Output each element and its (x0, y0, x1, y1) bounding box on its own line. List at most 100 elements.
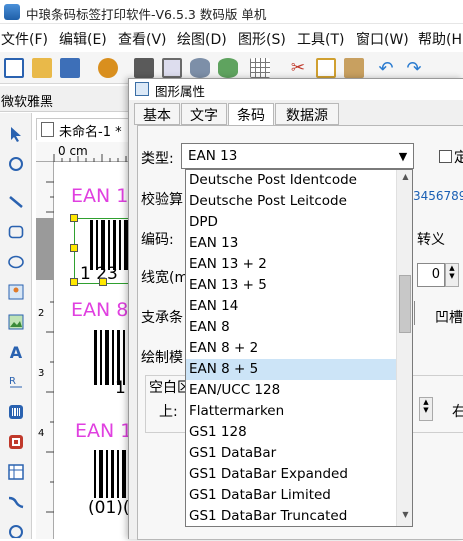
groove-label: 凹槽 (435, 310, 463, 326)
print-preview-icon[interactable] (162, 58, 182, 78)
dropdown-option[interactable]: EAN 14 (186, 296, 396, 317)
settings-icon[interactable] (98, 58, 118, 78)
dropdown-option[interactable]: EAN 13 + 2 (186, 254, 396, 275)
resize-handle[interactable] (70, 244, 78, 252)
divider (414, 301, 418, 325)
dropdown-option[interactable]: EAN 8 (186, 317, 396, 338)
scrollbar-thumb[interactable] (399, 275, 411, 333)
copy-icon[interactable] (316, 58, 336, 78)
draw-mode-label: 绘制模 (141, 350, 183, 366)
scroll-up-icon[interactable]: ▲ (397, 172, 412, 186)
ellipse-icon[interactable] (5, 251, 27, 273)
new-icon[interactable] (4, 58, 24, 78)
app-logo-icon (4, 4, 20, 20)
window-title-bar: 中琅条码标签打印软件-V6.5.3 数码版 单机 (0, 0, 463, 24)
dropdown-scrollbar[interactable]: ▲ ▼ (396, 170, 412, 526)
tab-datasource[interactable]: 数据源 (275, 103, 339, 125)
barcode-type-dropdown-list[interactable]: Deutsche Post Identcode Deutsche Post Le… (185, 169, 413, 527)
menu-help[interactable]: 帮助(H (418, 29, 462, 49)
line-width-input[interactable]: 0 (417, 263, 445, 287)
menu-file[interactable]: 文件(F) (1, 29, 48, 49)
barcode-icon[interactable] (5, 401, 27, 423)
supported-label: 支承条 (141, 310, 183, 326)
blank-top-spinner[interactable]: ▲ ▼ (419, 397, 433, 421)
ruler-mark: 4 (38, 428, 45, 439)
dialog-title: 图形属性 (155, 84, 206, 99)
dropdown-option[interactable]: GS1 DataBar Expanded (186, 464, 396, 485)
rich-text-icon[interactable]: R (5, 371, 27, 393)
print-icon[interactable] (134, 58, 154, 78)
ruler-mark: 2 (38, 308, 45, 319)
document-icon (41, 122, 54, 137)
dropdown-option[interactable]: GS1 DataBar (186, 443, 396, 464)
resize-handle[interactable] (70, 278, 78, 286)
save-icon[interactable] (60, 58, 80, 78)
dropdown-option[interactable]: EAN 13 (186, 233, 396, 254)
menu-window[interactable]: 窗口(W) (356, 29, 409, 49)
font-toolbar: 微软雅黑 (0, 86, 130, 112)
dropdown-option[interactable]: EAN 8 + 2 (186, 338, 396, 359)
curve-icon[interactable] (5, 491, 27, 513)
tab-text[interactable]: 文字 (181, 103, 227, 125)
escape-label: 转义 (417, 232, 445, 248)
picture-icon[interactable] (5, 311, 27, 333)
rectangle-icon[interactable] (5, 221, 27, 243)
dropdown-option[interactable]: DPD (186, 212, 396, 233)
open-icon[interactable] (32, 58, 52, 78)
table-icon[interactable] (5, 461, 27, 483)
sample-digits: 3456789 (413, 189, 463, 203)
image-icon[interactable] (5, 281, 27, 303)
barcode-bars[interactable] (92, 450, 130, 498)
scroll-down-icon[interactable]: ▼ (397, 510, 412, 524)
line-width-spinner[interactable]: ▲ ▼ (445, 263, 459, 287)
database-icon[interactable] (190, 58, 210, 78)
ruler-horizontal: 0 cm (36, 142, 133, 162)
menu-shape[interactable]: 图形(S) (238, 29, 286, 49)
ruler-selection-shade (36, 218, 54, 280)
dropdown-option[interactable]: Deutsche Post Identcode (186, 170, 396, 191)
grid-icon[interactable] (250, 58, 270, 78)
menu-view[interactable]: 查看(V) (118, 29, 167, 49)
dropdown-option[interactable]: Flattermarken (186, 401, 396, 422)
line-icon[interactable] (5, 191, 27, 213)
font-name-select[interactable]: 微软雅黑 (1, 91, 53, 110)
dropdown-option[interactable]: GS1 DataBar Truncated (186, 506, 396, 526)
dialog-icon (135, 82, 149, 96)
redo-icon[interactable]: ↷ (404, 58, 424, 79)
menu-edit[interactable]: 编辑(E) (59, 29, 107, 49)
undo-icon[interactable]: ↶ (376, 58, 396, 79)
menu-draw[interactable]: 绘图(D) (177, 29, 227, 49)
resize-handle[interactable] (99, 278, 107, 286)
tab-basic[interactable]: 基本 (134, 103, 180, 125)
dropdown-option[interactable]: Deutsche Post Leitcode (186, 191, 396, 212)
svg-text:R: R (9, 376, 16, 387)
fixed-checkbox[interactable] (439, 150, 452, 163)
barcode-bars[interactable] (90, 330, 130, 385)
tab-barcode[interactable]: 条码 (228, 103, 274, 126)
blank-top-label: 上: (159, 404, 178, 420)
paste-icon[interactable] (344, 58, 364, 78)
menu-tools[interactable]: 工具(T) (297, 29, 344, 49)
dropdown-option-selected[interactable]: EAN 8 + 5 (186, 359, 396, 380)
barcode-type-select[interactable]: EAN 13 ▼ (181, 143, 414, 169)
dropdown-option[interactable]: EAN/UCC 128 (186, 380, 396, 401)
more-tools-icon[interactable] (5, 519, 27, 541)
cut-icon[interactable]: ✂ (288, 58, 308, 78)
checksum-label: 校验算 (141, 192, 183, 208)
select-arrow-icon[interactable] (5, 123, 27, 145)
database-settings-icon[interactable] (218, 58, 238, 78)
document-tab[interactable]: 未命名-1 * (36, 118, 130, 140)
chevron-down-icon[interactable]: ▼ (393, 144, 413, 168)
document-tab-label: 未命名-1 * (59, 125, 122, 140)
shape-properties-dialog: 图形属性 基本 文字 条码 数据源 类型: EAN 13 ▼ 定 校验算 编码:… (128, 78, 463, 540)
barcode-title: EAN 1 (75, 420, 133, 442)
dropdown-option[interactable]: GS1 DataBar Limited (186, 485, 396, 506)
dropdown-option[interactable]: GS1 128 (186, 422, 396, 443)
dropdown-option[interactable]: EAN 13 + 5 (186, 275, 396, 296)
selection-frame (74, 218, 134, 284)
text-icon[interactable]: A (5, 341, 27, 363)
resize-handle[interactable] (70, 214, 78, 222)
qrcode-icon[interactable] (5, 431, 27, 453)
ruler-mark: 3 (38, 368, 45, 379)
rotate-icon[interactable] (5, 153, 27, 175)
